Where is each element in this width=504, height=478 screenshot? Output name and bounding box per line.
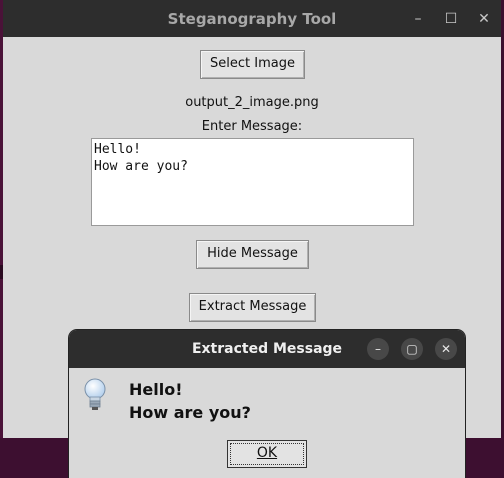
selected-file-label: output_2_image.png — [185, 95, 319, 110]
dialog-minimize-icon[interactable]: – — [367, 338, 389, 360]
extracted-message-dialog: Extracted Message – ▢ ✕ Hello! How are y… — [69, 330, 465, 478]
maximize-icon[interactable]: ☐ — [441, 9, 461, 29]
hide-message-button[interactable]: Hide Message — [196, 240, 309, 269]
dialog-close-icon[interactable]: ✕ — [435, 338, 457, 360]
main-titlebar[interactable]: Steganography Tool – ☐ ✕ — [3, 0, 501, 37]
extract-message-button[interactable]: Extract Message — [189, 293, 316, 322]
ok-button-label: OK — [256, 445, 278, 461]
close-icon[interactable]: ✕ — [474, 9, 494, 29]
dialog-titlebar[interactable]: Extracted Message – ▢ ✕ — [69, 330, 465, 368]
message-textarea[interactable]: Hello! How are you? — [91, 138, 414, 226]
ok-button[interactable]: OK — [227, 440, 307, 468]
enter-message-label: Enter Message: — [201, 119, 303, 134]
dialog-message: Hello! How are you? — [129, 380, 251, 422]
minimize-icon[interactable]: – — [408, 9, 428, 29]
dialog-maximize-icon[interactable]: ▢ — [401, 338, 423, 360]
lightbulb-icon — [84, 378, 106, 410]
select-image-button[interactable]: Select Image — [200, 50, 305, 79]
